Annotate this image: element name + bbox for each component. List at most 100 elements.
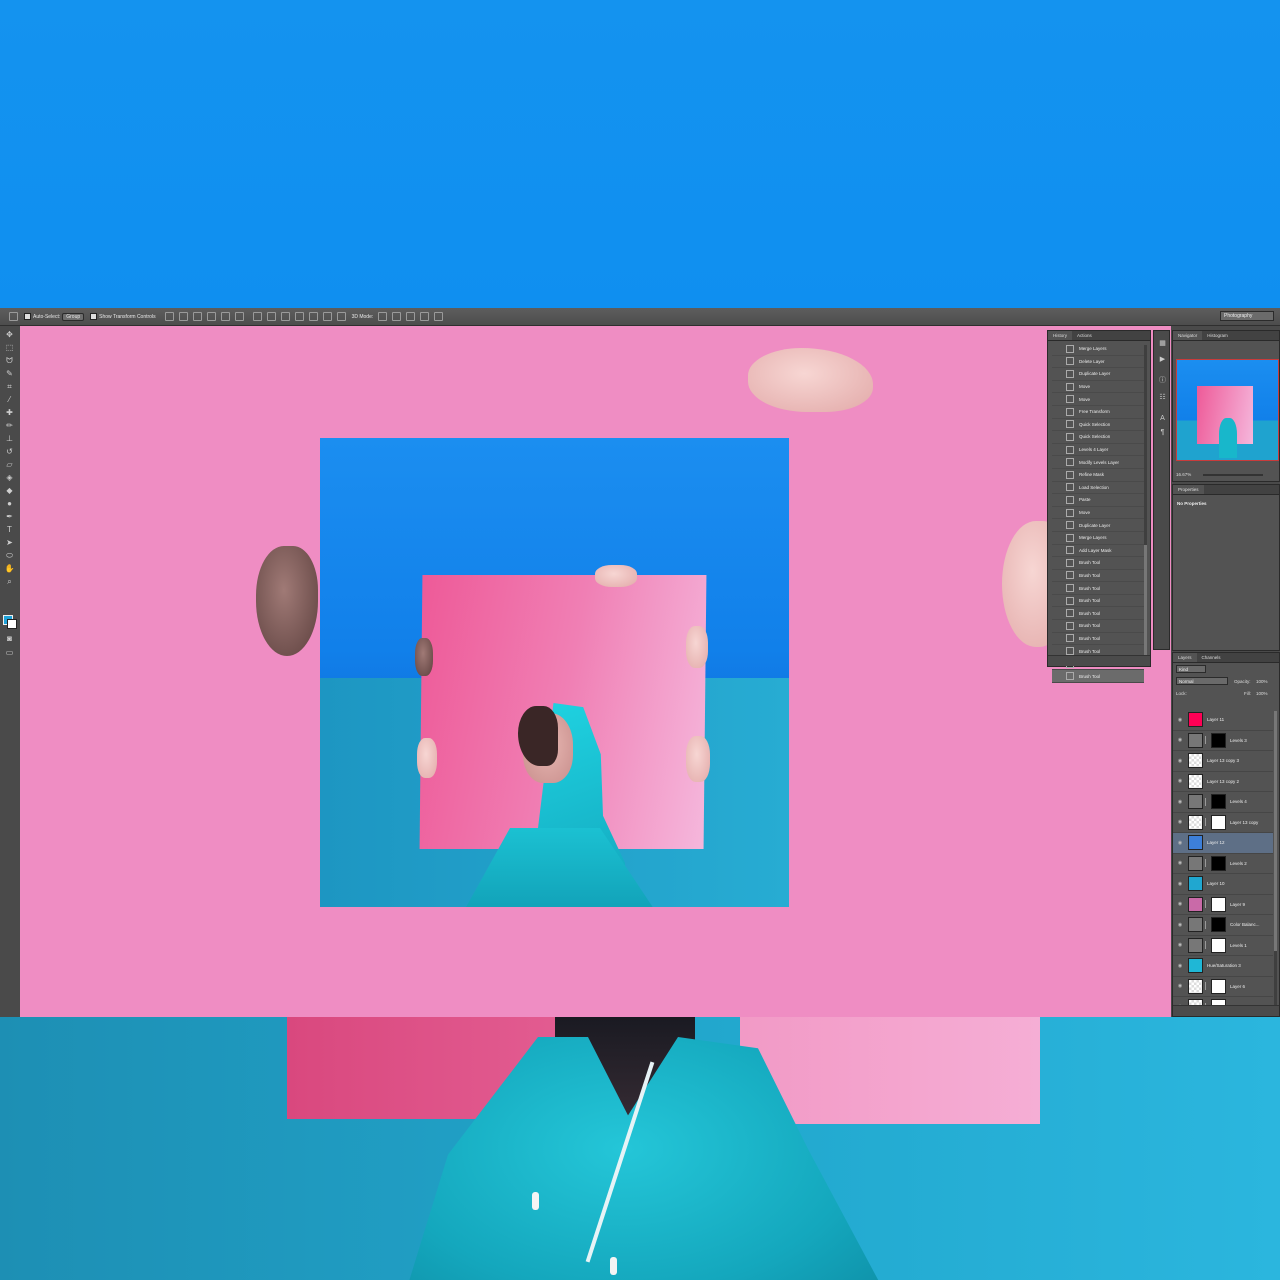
history-state[interactable]: Brush Tool xyxy=(1052,570,1144,583)
layer-mask-thumbnail[interactable] xyxy=(1211,814,1226,830)
visibility-eye-icon[interactable]: ◉ xyxy=(1177,819,1183,825)
history-state[interactable]: Brush Tool xyxy=(1052,557,1144,570)
visibility-eye-icon[interactable]: ◉ xyxy=(1177,778,1183,784)
history-state[interactable]: Delete Layer xyxy=(1052,356,1144,369)
align-middle-icon[interactable] xyxy=(178,312,188,321)
fill-value[interactable]: 100% xyxy=(1256,691,1268,696)
layer-mask-thumbnail[interactable] xyxy=(1211,917,1226,933)
layer-row[interactable]: ◉ Layer 9 xyxy=(1173,895,1273,915)
history-state[interactable]: Duplicate Layer xyxy=(1052,519,1144,532)
shape-tool-icon[interactable]: ⬭ xyxy=(4,551,15,560)
history-panel-icon[interactable]: ▦ xyxy=(1158,339,1167,347)
history-state[interactable]: Load Selection xyxy=(1052,482,1144,495)
layer-row[interactable]: ◉ Layer 10 xyxy=(1173,874,1273,895)
actions-panel-icon[interactable]: ▶ xyxy=(1158,355,1167,363)
tab-history[interactable]: History xyxy=(1048,331,1073,340)
type-tool-icon[interactable]: T xyxy=(4,525,15,534)
history-state[interactable]: Duplicate Layer xyxy=(1052,368,1144,381)
mask-link-icon[interactable] xyxy=(1205,941,1209,950)
show-transform-toggle[interactable]: Show Transform Controls xyxy=(90,313,156,320)
distribute-top-icon[interactable] xyxy=(252,312,262,321)
history-state[interactable]: Move xyxy=(1052,507,1144,520)
layer-row[interactable]: ◉ Levels 2 xyxy=(1173,854,1273,874)
navigator-zoom-slider[interactable] xyxy=(1203,474,1263,476)
history-state[interactable]: Refine Mask xyxy=(1052,469,1144,482)
move-tool-preset[interactable] xyxy=(6,312,18,321)
history-state[interactable]: Add Layer Mask xyxy=(1052,545,1144,558)
layer-row[interactable]: ◉ Layer 13 copy xyxy=(1173,813,1273,833)
history-state[interactable]: Levels 4 Layer xyxy=(1052,444,1144,457)
mask-link-icon[interactable] xyxy=(1205,818,1209,827)
character-panel-icon[interactable]: A xyxy=(1158,415,1167,423)
tab-histogram[interactable]: Histogram xyxy=(1202,333,1233,338)
lasso-tool-icon[interactable]: ᗢ xyxy=(4,356,15,365)
mask-link-icon[interactable] xyxy=(1205,859,1209,868)
drag-3d-icon[interactable] xyxy=(406,312,416,321)
visibility-eye-icon[interactable]: ◉ xyxy=(1177,983,1183,989)
history-state[interactable]: Paste xyxy=(1052,494,1144,507)
show-transform-checkbox[interactable] xyxy=(90,313,98,320)
auto-select-checkbox[interactable] xyxy=(24,313,31,320)
visibility-eye-icon[interactable]: ◉ xyxy=(1177,963,1183,969)
layer-filter-kind[interactable]: Kind xyxy=(1176,665,1206,673)
layer-row[interactable]: ◉ Layer 13 copy 2 xyxy=(1173,772,1273,792)
history-state[interactable]: Merge Layers xyxy=(1052,532,1144,545)
paragraph-panel-icon[interactable]: ¶ xyxy=(1158,429,1167,437)
opacity-value[interactable]: 100% xyxy=(1256,679,1268,684)
layer-row[interactable]: ◉ Hue/Saturation 3 xyxy=(1173,956,1273,977)
layer-mask-thumbnail[interactable] xyxy=(1211,978,1226,994)
layer-row[interactable]: ◉ Levels 4 xyxy=(1173,792,1273,813)
marquee-tool-icon[interactable]: ⬚ xyxy=(4,343,15,352)
visibility-eye-icon[interactable]: ◉ xyxy=(1177,942,1183,948)
distribute-right-icon[interactable] xyxy=(322,312,332,321)
dodge-tool-icon[interactable]: ● xyxy=(4,499,15,508)
history-state[interactable]: Quick Selection xyxy=(1052,419,1144,432)
history-state[interactable]: Quick Selection xyxy=(1052,431,1144,444)
quick-mask-icon[interactable]: ◙ xyxy=(4,634,15,643)
eyedropper-tool-icon[interactable]: ⁄ xyxy=(4,395,15,404)
visibility-eye-icon[interactable]: ◉ xyxy=(1177,717,1183,723)
background-color-swatch[interactable] xyxy=(7,619,17,629)
tab-properties[interactable]: Properties xyxy=(1173,485,1204,494)
history-state[interactable]: Move xyxy=(1052,393,1144,406)
visibility-eye-icon[interactable]: ◉ xyxy=(1177,737,1183,743)
tab-navigator[interactable]: Navigator xyxy=(1173,331,1203,340)
layer-row[interactable]: ◉ Layer 13 copy 3 xyxy=(1173,751,1273,772)
layer-row[interactable]: ◉ Levels 3 xyxy=(1173,731,1273,751)
auto-select-dropdown[interactable]: Group xyxy=(62,312,85,321)
auto-select-toggle[interactable]: Auto-Select: Group xyxy=(24,312,85,321)
tab-actions[interactable]: Actions xyxy=(1072,333,1097,338)
layer-mask-thumbnail[interactable] xyxy=(1211,896,1226,912)
blend-mode-dropdown[interactable]: Normal xyxy=(1176,677,1228,685)
history-brush-tool-icon[interactable]: ↺ xyxy=(4,447,15,456)
crop-tool-icon[interactable]: ⌗ xyxy=(4,382,15,391)
roll-3d-icon[interactable] xyxy=(392,312,402,321)
navigator-thumbnail[interactable] xyxy=(1176,359,1279,461)
mask-link-icon[interactable] xyxy=(1205,797,1209,806)
align-center-icon[interactable] xyxy=(220,312,230,321)
distribute-center-icon[interactable] xyxy=(308,312,318,321)
layer-row[interactable]: ◉ Color Balanc... xyxy=(1173,915,1273,936)
scale-3d-icon[interactable] xyxy=(434,312,444,321)
tab-channels[interactable]: Channels xyxy=(1197,655,1226,660)
navigator-zoom-value[interactable]: 16.67% xyxy=(1176,472,1191,477)
hand-tool-icon[interactable]: ✋ xyxy=(4,564,15,573)
history-state[interactable]: Modify Levels Layer xyxy=(1052,456,1144,469)
visibility-eye-icon[interactable]: ◉ xyxy=(1177,881,1183,887)
visibility-eye-icon[interactable]: ◉ xyxy=(1177,860,1183,866)
eraser-tool-icon[interactable]: ▱ xyxy=(4,460,15,469)
layer-mask-thumbnail[interactable] xyxy=(1211,794,1226,810)
history-scrollbar[interactable] xyxy=(1144,345,1147,655)
history-state[interactable]: Merge Layers xyxy=(1052,343,1144,356)
distribute-bottom-icon[interactable] xyxy=(280,312,290,321)
quick-selection-tool-icon[interactable]: ✎ xyxy=(4,369,15,378)
align-left-icon[interactable] xyxy=(206,312,216,321)
blur-tool-icon[interactable]: ◆ xyxy=(4,486,15,495)
history-state[interactable]: Brush Tool xyxy=(1052,595,1144,608)
move-tool-icon[interactable]: ✥ xyxy=(4,330,15,339)
clone-stamp-tool-icon[interactable]: ⊥ xyxy=(4,434,15,443)
healing-brush-tool-icon[interactable]: ✚ xyxy=(4,408,15,417)
workspace-dropdown[interactable]: Photography xyxy=(1220,311,1274,321)
path-selection-tool-icon[interactable]: ➤ xyxy=(4,538,15,547)
pen-tool-icon[interactable]: ✒ xyxy=(4,512,15,521)
